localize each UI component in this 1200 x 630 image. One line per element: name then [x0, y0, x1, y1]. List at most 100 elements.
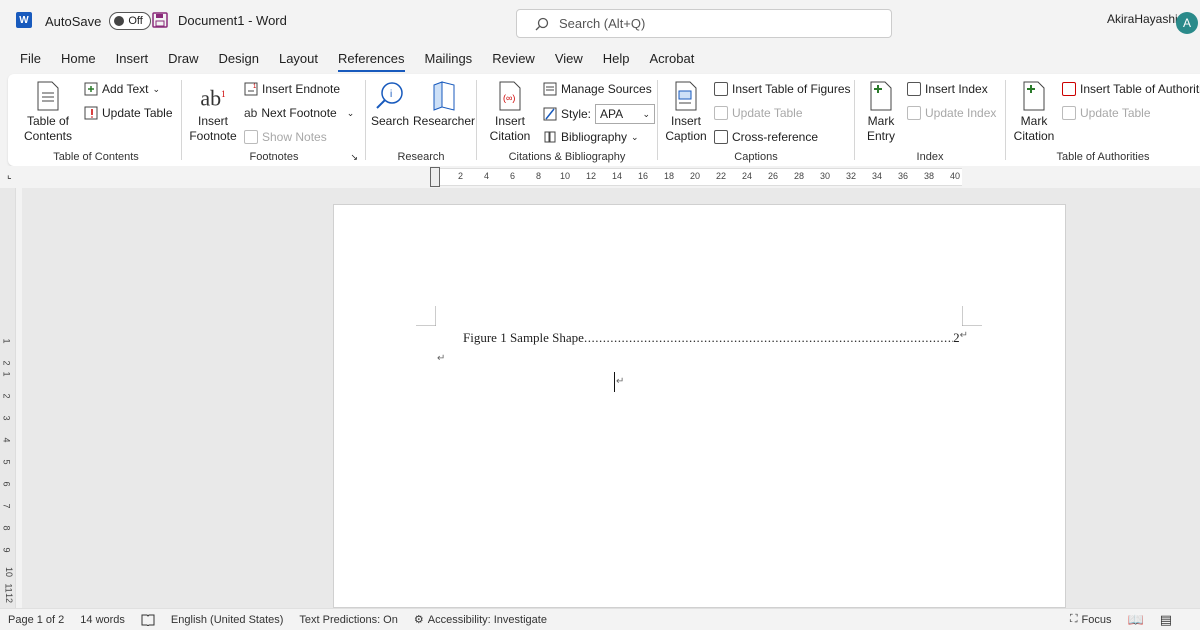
language-status[interactable]: English (United States)	[171, 614, 284, 626]
tab-layout[interactable]: Layout	[269, 46, 328, 72]
ruler-tick: 14	[612, 171, 623, 181]
autosave-toggle[interactable]: Off	[109, 12, 152, 30]
tab-review[interactable]: Review	[482, 46, 545, 72]
insert-index-button[interactable]: Insert Index	[907, 82, 988, 96]
save-icon[interactable]	[152, 12, 168, 28]
tab-file[interactable]: File	[10, 46, 51, 72]
tab-home[interactable]: Home	[51, 46, 106, 72]
ruler-tick: 18	[664, 171, 675, 181]
accessibility-label: Accessibility: Investigate	[427, 613, 547, 626]
tab-help[interactable]: Help	[593, 46, 640, 72]
group-label-authorities: Table of Authorities	[1056, 151, 1150, 163]
insert-citation-button[interactable]: (∞) Insert Citation	[487, 80, 533, 144]
user-name[interactable]: AkiraHayashi	[1107, 12, 1178, 26]
print-layout-button[interactable]: ▤	[1160, 612, 1172, 628]
tab-selector-icon[interactable]: ⌞	[7, 170, 12, 181]
ruler-tick: 40	[950, 171, 961, 181]
tab-design[interactable]: Design	[209, 46, 269, 72]
update-table-figures-button[interactable]: Update Table	[714, 106, 803, 120]
word-count[interactable]: 14 words	[80, 614, 125, 626]
toggle-knob-icon	[114, 16, 125, 26]
vruler-tick: 12	[4, 592, 15, 604]
show-notes-icon	[244, 130, 258, 144]
update-table-authorities-button[interactable]: Update Table	[1062, 106, 1151, 120]
focus-button[interactable]: ⛶ Focus	[1070, 613, 1112, 626]
bibliography-icon	[544, 131, 556, 143]
tab-insert[interactable]: Insert	[106, 46, 159, 72]
table-of-figures-entry[interactable]: Figure 1 Sample Shape ..................…	[463, 330, 968, 346]
chevron-down-icon: ⌄	[152, 83, 161, 94]
add-text-button[interactable]: Add Text ⌄	[84, 82, 160, 96]
tab-mailings[interactable]: Mailings	[415, 46, 483, 72]
focus-icon: ⛶	[1069, 613, 1078, 625]
accessibility-icon: ⚙	[413, 614, 424, 626]
dialog-launcher-icon[interactable]: ↘	[350, 152, 358, 163]
document-page[interactable]	[333, 204, 1066, 608]
update-index-icon	[907, 106, 921, 120]
tab-view[interactable]: View	[545, 46, 593, 72]
group-label-footnotes: Footnotes	[249, 151, 299, 163]
vruler-tick: 8	[1, 525, 12, 531]
ruler-tick: 28	[794, 171, 805, 181]
tab-references[interactable]: References	[328, 46, 414, 72]
update-table-button[interactable]: Update Table	[84, 106, 173, 120]
insert-footnote-button[interactable]: ab1 Insert Footnote	[188, 80, 238, 144]
text-cursor	[614, 372, 615, 392]
svg-text:1: 1	[253, 84, 257, 90]
mark-citation-button[interactable]: Mark Citation	[1010, 80, 1058, 144]
researcher-button[interactable]: Researcher	[412, 80, 476, 129]
update-table-authorities-label: Update Table	[1080, 106, 1151, 120]
svg-text:(∞): (∞)	[503, 93, 515, 103]
avatar[interactable]: A	[1176, 12, 1198, 34]
tab-draw[interactable]: Draw	[158, 46, 208, 72]
text-predictions-status[interactable]: Text Predictions: On	[299, 614, 397, 626]
update-table-icon	[84, 106, 98, 120]
vertical-ruler[interactable]: 1 2 1 2 3 4 5 6 7 8 9 10 11 12	[0, 188, 16, 608]
insert-endnote-button[interactable]: 1 Insert Endnote	[244, 82, 340, 96]
proofing-status[interactable]	[141, 614, 155, 626]
vruler-tick: 1	[1, 338, 12, 344]
mark-entry-button[interactable]: Mark Entry	[861, 80, 901, 144]
book-icon	[141, 614, 155, 626]
update-table-icon	[714, 106, 728, 120]
document-title: Document1 - Word	[178, 12, 287, 28]
read-mode-icon: 📖	[1127, 611, 1144, 627]
style-label: Style:	[561, 107, 592, 121]
cross-reference-button[interactable]: Cross-reference	[714, 130, 818, 144]
insert-table-of-authorities-button[interactable]: Insert Table of Authorities	[1062, 82, 1200, 96]
next-footnote-button[interactable]: ab Next Footnote ⌄	[244, 106, 354, 120]
manage-sources-button[interactable]: Manage Sources	[543, 82, 652, 96]
mark-entry-label: Mark Entry	[866, 114, 895, 143]
vruler-tick: 9	[1, 547, 12, 553]
read-mode-button[interactable]: 📖	[1128, 612, 1144, 628]
search-input[interactable]: Search (Alt+Q)	[516, 9, 892, 38]
ruler-tick: 22	[716, 171, 727, 181]
bibliography-button[interactable]: Bibliography ⌄	[543, 130, 639, 144]
group-table-of-authorities: Mark Citation Insert Table of Authoritie…	[1006, 74, 1200, 166]
indent-marker-icon[interactable]	[430, 167, 440, 187]
search-button[interactable]: i Search	[370, 80, 410, 129]
style-dropdown[interactable]: APA ⌄	[595, 104, 656, 124]
show-notes-label: Show Notes	[262, 130, 327, 144]
horizontal-ruler[interactable]: 2 4 6 8 10 12 14 16 18 20 22 24 26 28 30…	[430, 167, 962, 187]
ruler-tick: 34	[872, 171, 883, 181]
table-of-contents-button[interactable]: Table of Contents	[20, 80, 76, 144]
ruler-row: ⌞ 2 4 6 8 10 12 14 16 18 20 22 24 26 28 …	[0, 166, 1200, 188]
insert-table-of-figures-button[interactable]: Insert Table of Figures	[714, 82, 851, 96]
vruler-tick: 7	[1, 503, 12, 509]
add-text-icon	[84, 82, 98, 96]
group-label-captions: Captions	[734, 151, 778, 163]
insert-caption-button[interactable]: Insert Caption	[664, 80, 708, 144]
update-index-button[interactable]: Update Index	[907, 106, 996, 120]
add-text-label: Add Text	[102, 82, 149, 96]
focus-label: Focus	[1081, 613, 1112, 626]
next-footnote-label: Next Footnote	[261, 106, 337, 120]
group-index: Mark Entry Insert Index Update Index Ind…	[855, 74, 1005, 166]
researcher-label: Researcher	[412, 114, 476, 128]
accessibility-status[interactable]: ⚙ Accessibility: Investigate	[413, 613, 547, 627]
tab-acrobat[interactable]: Acrobat	[640, 46, 705, 72]
show-notes-button[interactable]: Show Notes	[244, 130, 327, 144]
vruler-tick: 2	[1, 360, 12, 366]
search-icon: i	[376, 82, 403, 109]
page-count[interactable]: Page 1 of 2	[8, 614, 64, 626]
